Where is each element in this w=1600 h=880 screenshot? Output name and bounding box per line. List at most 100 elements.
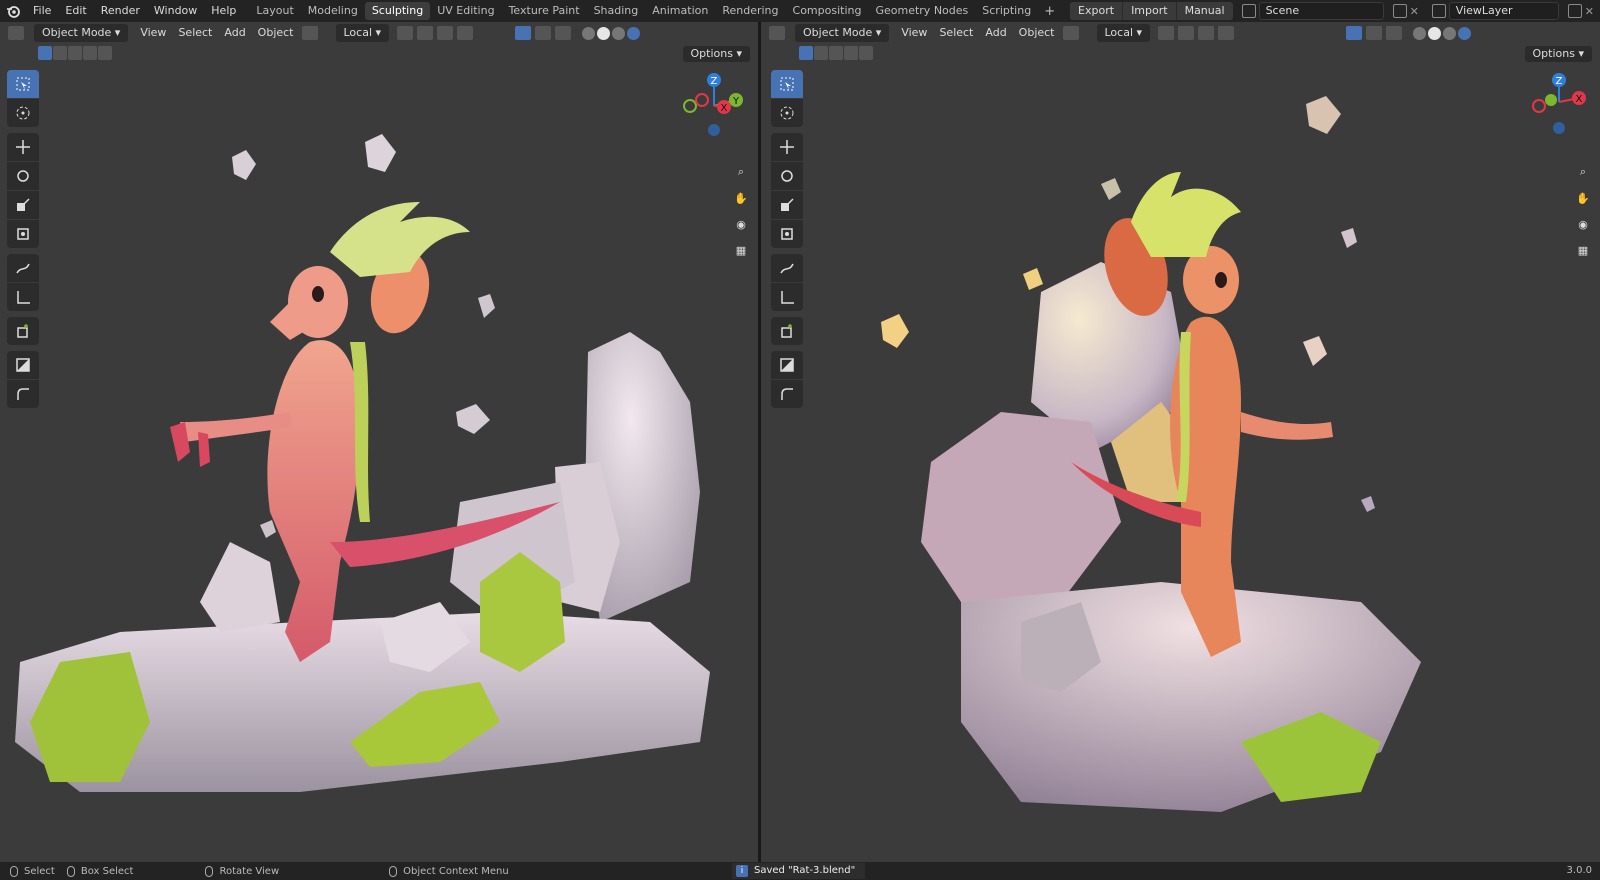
select-extend-icon[interactable] [53, 46, 67, 60]
scene-icon[interactable] [1241, 4, 1256, 18]
tab-animation[interactable]: Animation [645, 2, 715, 20]
overlay-icon[interactable] [535, 26, 552, 40]
menu-help[interactable]: Help [204, 0, 243, 22]
options-button[interactable]: Options ▾ [682, 46, 750, 62]
select-invert-icon[interactable] [83, 46, 97, 60]
camera-icon-right[interactable]: ◉ [1571, 212, 1595, 236]
wireframe-shading-icon-right[interactable] [1413, 26, 1427, 40]
falloff-icon[interactable] [457, 26, 474, 40]
select-box-tool[interactable] [7, 70, 39, 98]
grid-icon[interactable]: ▦ [729, 238, 753, 262]
bevel-tool-right[interactable] [771, 380, 803, 408]
tab-uv-editing[interactable]: UV Editing [430, 2, 501, 20]
tab-geometry-nodes[interactable]: Geometry Nodes [868, 2, 975, 20]
pivot-icon-right[interactable] [1158, 26, 1175, 40]
viewport-left[interactable]: Object Mode ▾ View Select Add Object Loc… [0, 22, 758, 862]
rotate-tool[interactable] [7, 162, 39, 190]
orientation-dropdown[interactable]: Local ▾ [335, 24, 390, 42]
select-new-icon[interactable] [38, 46, 52, 60]
select-subtract-icon-right[interactable] [829, 46, 843, 60]
menu-select-right[interactable]: Select [933, 24, 979, 42]
select-intersect-icon-right[interactable] [859, 46, 873, 60]
primitive-tool-right[interactable] [771, 351, 803, 379]
menu-file[interactable]: File [26, 0, 58, 22]
object-type-icon[interactable] [301, 26, 318, 40]
snap-icon-right[interactable] [1178, 26, 1195, 40]
annotate-tool[interactable] [7, 254, 39, 282]
proportional-edit-icon-right[interactable] [1198, 26, 1215, 40]
proportional-edit-icon[interactable] [437, 26, 454, 40]
gizmo-toggle-icon-right[interactable] [1346, 26, 1363, 40]
select-invert-icon-right[interactable] [844, 46, 858, 60]
mode-dropdown[interactable]: Object Mode ▾ [34, 24, 129, 42]
pan-hand-icon[interactable]: ✋ [729, 186, 753, 210]
tab-rendering[interactable]: Rendering [715, 2, 785, 20]
menu-add-right[interactable]: Add [979, 24, 1012, 42]
select-subtract-icon[interactable] [68, 46, 82, 60]
scale-tool-right[interactable] [771, 191, 803, 219]
add-cube-tool-right[interactable] [771, 317, 803, 345]
manual-button[interactable]: Manual [1177, 2, 1233, 20]
pivot-icon[interactable] [397, 26, 414, 40]
select-extend-icon-right[interactable] [814, 46, 828, 60]
close-viewlayer-icon[interactable]: ✕ [1585, 5, 1594, 18]
camera-icon[interactable]: ◉ [729, 212, 753, 236]
zoom-icon[interactable]: ⌕ [729, 160, 753, 184]
annotate-tool-right[interactable] [771, 254, 803, 282]
mode-dropdown-right[interactable]: Object Mode ▾ [795, 24, 890, 42]
gizmo-toggle-icon[interactable] [515, 26, 532, 40]
orientation-dropdown-right[interactable]: Local ▾ [1096, 24, 1151, 42]
viewport-right[interactable]: Object Mode ▾ View Select Add Object Loc… [761, 22, 1600, 862]
menu-edit[interactable]: Edit [58, 0, 93, 22]
options-button-right[interactable]: Options ▾ [1524, 46, 1592, 62]
saved-message[interactable]: i Saved "Rat-3.blend" [732, 863, 866, 879]
menu-render[interactable]: Render [94, 0, 147, 22]
rendered-shading-icon[interactable] [627, 26, 641, 40]
primitive-tool[interactable] [7, 351, 39, 379]
tab-texture-paint[interactable]: Texture Paint [502, 2, 587, 20]
menu-object[interactable]: Object [252, 24, 300, 42]
grid-icon-right[interactable]: ▦ [1571, 238, 1595, 262]
export-button[interactable]: Export [1070, 2, 1124, 20]
add-workspace-icon[interactable]: + [1038, 4, 1061, 19]
move-tool-right[interactable] [771, 133, 803, 161]
xray-icon[interactable] [555, 26, 572, 40]
add-cube-tool[interactable] [7, 317, 39, 345]
transform-tool[interactable] [7, 220, 39, 248]
scale-tool[interactable] [7, 191, 39, 219]
editor-type-icon[interactable] [8, 26, 24, 40]
bevel-tool[interactable] [7, 380, 39, 408]
rotate-tool-right[interactable] [771, 162, 803, 190]
material-shading-icon[interactable] [612, 26, 626, 40]
tab-scripting[interactable]: Scripting [975, 2, 1038, 20]
material-shading-icon-right[interactable] [1443, 26, 1457, 40]
xray-icon-right[interactable] [1386, 26, 1403, 40]
editor-type-icon-right[interactable] [769, 26, 785, 40]
viewlayer-field[interactable]: ViewLayer [1448, 2, 1559, 20]
menu-object-right[interactable]: Object [1013, 24, 1061, 42]
solid-shading-icon[interactable] [597, 26, 611, 40]
object-type-icon-right[interactable] [1062, 26, 1079, 40]
select-intersect-icon[interactable] [98, 46, 112, 60]
select-box-tool-right[interactable] [771, 70, 803, 98]
overlay-icon-right[interactable] [1366, 26, 1383, 40]
rendered-shading-icon-right[interactable] [1458, 26, 1472, 40]
select-new-icon-right[interactable] [799, 46, 813, 60]
cursor-tool-right[interactable] [771, 99, 803, 127]
scene-field[interactable]: Scene [1258, 2, 1384, 20]
close-scene-icon[interactable]: ✕ [1410, 5, 1419, 18]
menu-add[interactable]: Add [218, 24, 251, 42]
menu-view-right[interactable]: View [895, 24, 933, 42]
menu-select[interactable]: Select [172, 24, 218, 42]
measure-tool-right[interactable] [771, 283, 803, 311]
falloff-icon-right[interactable] [1218, 26, 1235, 40]
solid-shading-icon-right[interactable] [1428, 26, 1442, 40]
menu-window[interactable]: Window [147, 0, 204, 22]
new-scene-icon[interactable] [1392, 4, 1407, 18]
tab-sculpting[interactable]: Sculpting [364, 2, 431, 20]
import-button[interactable]: Import [1123, 2, 1177, 20]
tab-layout[interactable]: Layout [249, 2, 300, 20]
snap-icon[interactable] [417, 26, 434, 40]
new-viewlayer-icon[interactable] [1567, 4, 1582, 18]
pan-hand-icon-right[interactable]: ✋ [1571, 186, 1595, 210]
